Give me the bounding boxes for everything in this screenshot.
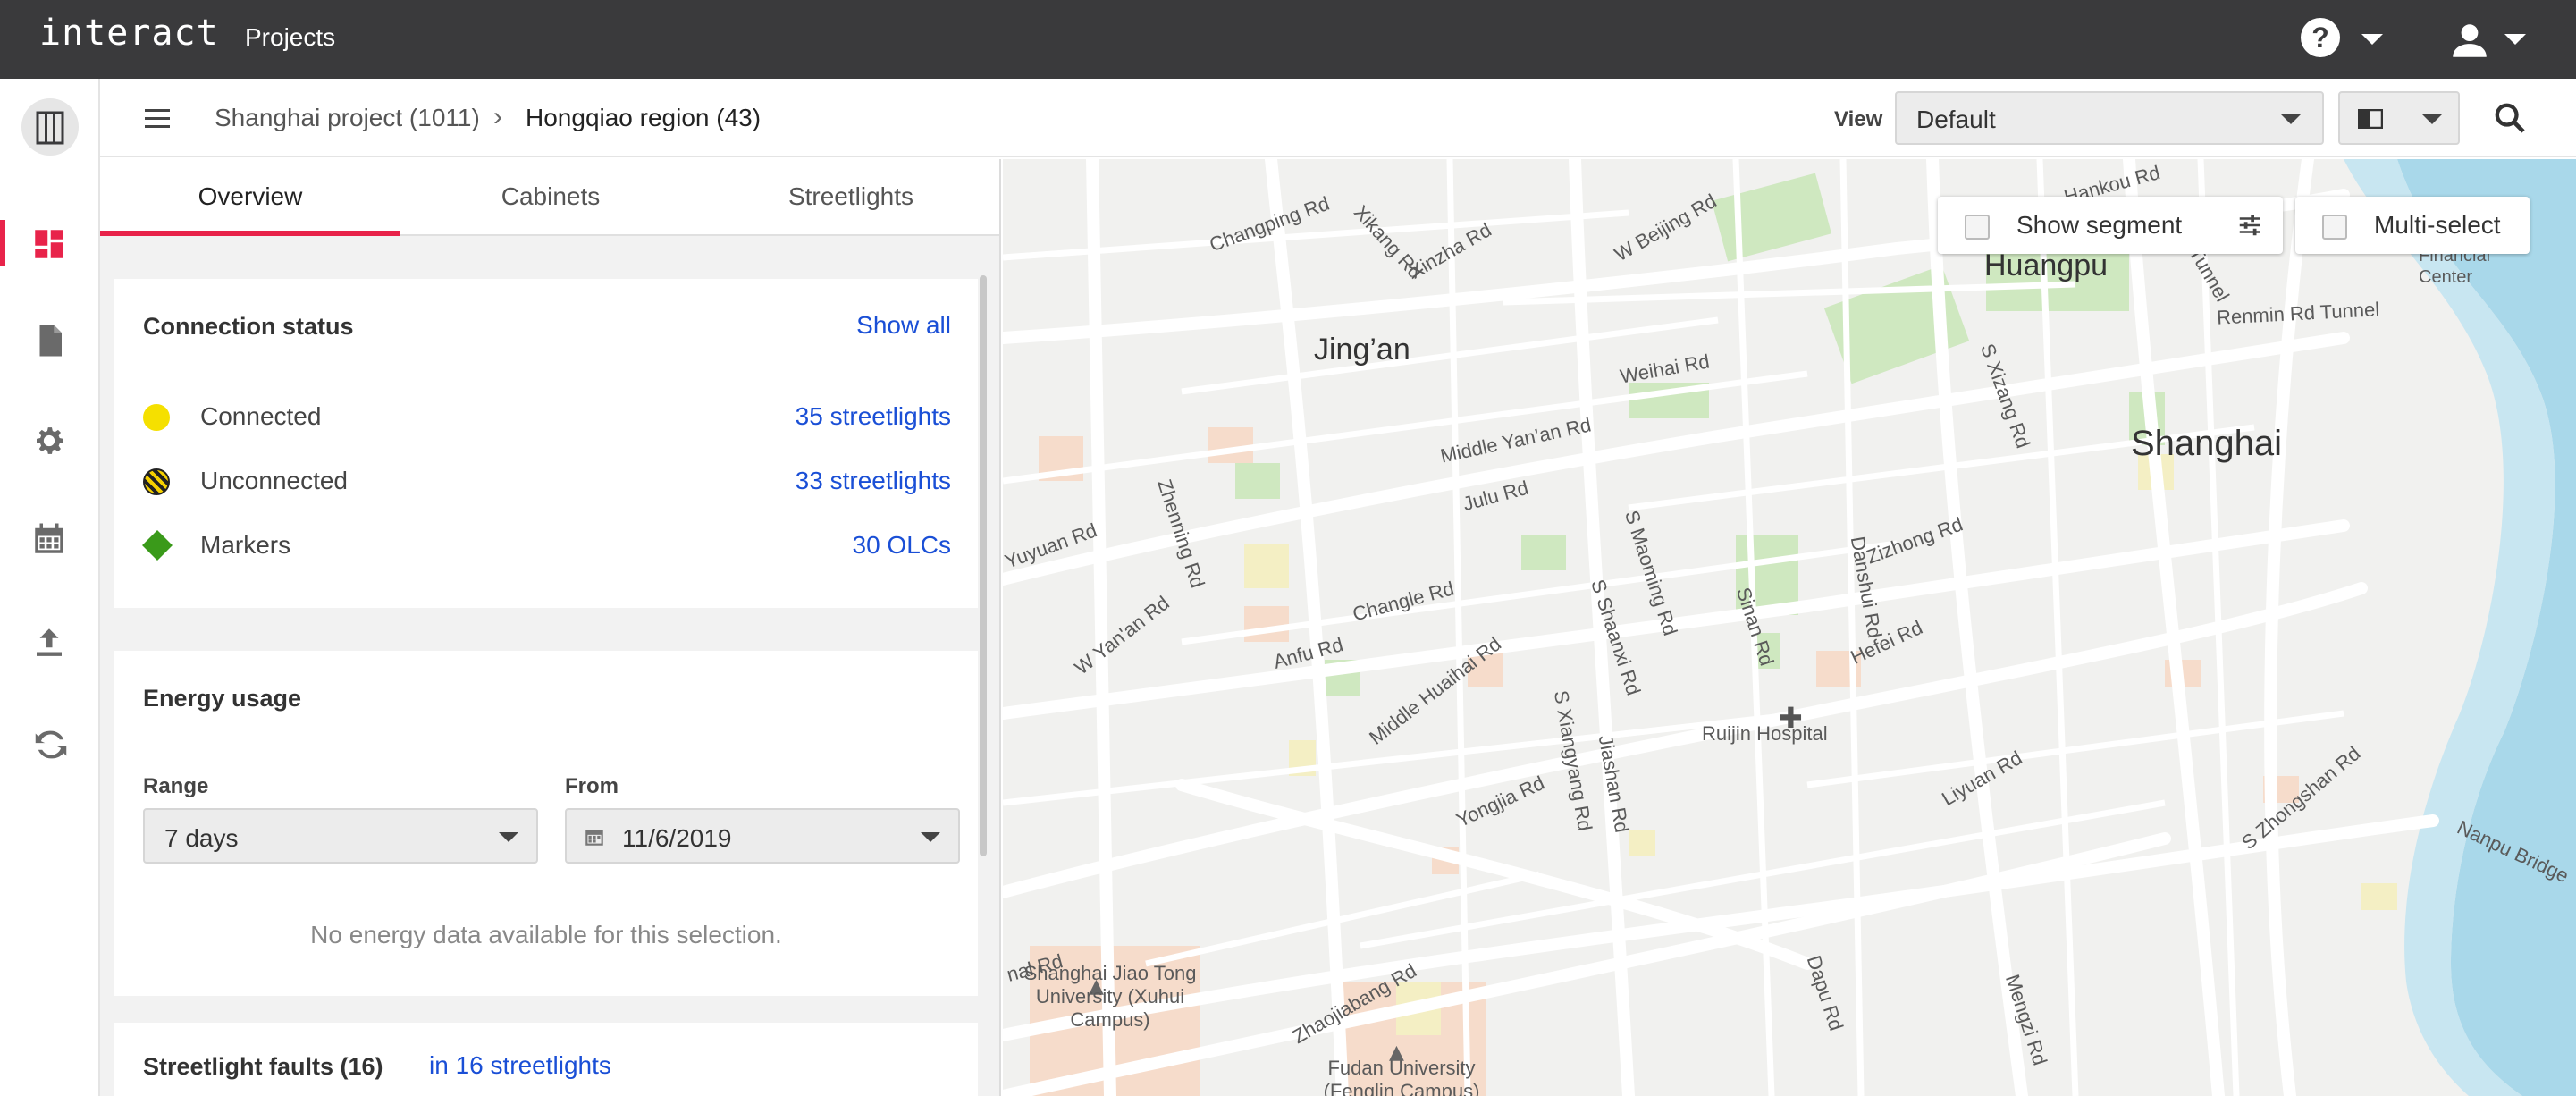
from-date-picker[interactable]: 11/6/2019 <box>565 808 960 864</box>
user-menu-chevron-down-icon[interactable] <box>2504 34 2526 45</box>
nav-calendar[interactable] <box>0 502 100 574</box>
nav-projects-link[interactable]: Projects <box>245 23 335 52</box>
status-count-link[interactable]: 35 streetlights <box>796 402 951 431</box>
energy-usage-card: Energy usage Range 7 days From 11/6/2019… <box>114 651 978 996</box>
show-segment-control[interactable]: Show segment <box>1938 197 2283 254</box>
energy-usage-title: Energy usage <box>143 685 302 712</box>
map-label: Ruijin Hospital <box>1702 722 1828 745</box>
chevron-down-icon <box>921 832 940 842</box>
tab-cabinets[interactable]: Cabinets <box>400 159 701 236</box>
faults-link[interactable]: in 16 streetlights <box>429 1051 611 1080</box>
status-label: Unconnected <box>200 467 349 494</box>
building-icon <box>36 111 64 145</box>
chevron-down-icon <box>499 832 518 842</box>
nav-settings[interactable] <box>0 404 100 476</box>
connection-status-card: Connection status Show all Connected 35 … <box>114 279 978 608</box>
multi-select-control[interactable]: Multi-select <box>2295 197 2530 254</box>
nav-reports[interactable] <box>0 304 100 375</box>
active-tab-indicator <box>100 231 400 236</box>
unconnected-marker-icon <box>143 468 170 495</box>
no-energy-data-message: No energy data available for this select… <box>310 921 782 948</box>
status-row-unconnected: Unconnected 33 streetlights <box>143 463 951 499</box>
status-count-link[interactable]: 30 OLCs <box>853 531 952 560</box>
sub-header: Shanghai project (1011) › Hongqiao regio… <box>100 79 2576 157</box>
connection-status-title: Connection status <box>143 313 354 340</box>
app-logo[interactable]: interact <box>39 13 219 54</box>
multi-select-checkbox[interactable] <box>2322 215 2347 240</box>
split-view-icon <box>2358 109 2383 129</box>
show-all-link[interactable]: Show all <box>856 311 951 340</box>
range-value: 7 days <box>164 824 239 852</box>
tab-overview[interactable]: Overview <box>100 159 400 236</box>
view-label: View <box>1834 107 1883 131</box>
status-label: Connected <box>200 402 322 430</box>
from-date-value: 11/6/2019 <box>622 824 732 852</box>
breadcrumb-separator: › <box>493 102 502 131</box>
view-select[interactable]: Default <box>1895 91 2324 145</box>
status-label: Markers <box>200 531 291 559</box>
range-select[interactable]: 7 days <box>143 808 538 864</box>
connected-marker-icon <box>143 404 170 431</box>
nav-dashboard[interactable] <box>0 207 100 279</box>
menu-icon[interactable] <box>145 109 170 129</box>
streetlight-faults-card: Streetlight faults (16) in 16 streetligh… <box>114 1023 978 1096</box>
active-indicator <box>0 220 5 266</box>
tab-streetlights[interactable]: Streetlights <box>701 159 999 236</box>
map-label: Jing’an <box>1314 333 1410 367</box>
document-icon <box>39 325 62 357</box>
marker-diamond-icon <box>142 530 173 561</box>
from-label: From <box>565 774 619 798</box>
range-label: Range <box>143 774 209 798</box>
sync-icon <box>35 730 67 759</box>
status-count-link[interactable]: 33 streetlights <box>796 467 951 495</box>
show-segment-label: Show segment <box>2016 211 2183 239</box>
calendar-icon <box>35 523 63 553</box>
nav-sync[interactable] <box>0 706 100 778</box>
breadcrumb-project[interactable]: Shanghai project (1011) <box>215 104 480 132</box>
calendar-icon <box>585 830 603 846</box>
show-segment-checkbox[interactable] <box>1965 215 1990 240</box>
user-account-icon[interactable] <box>2447 18 2492 63</box>
top-bar: interact Projects ? <box>0 0 2576 79</box>
search-icon[interactable] <box>2492 100 2528 136</box>
gear-icon <box>37 427 63 454</box>
faults-title: Streetlight faults (16) <box>143 1053 383 1080</box>
status-row-markers: Markers 30 OLCs <box>142 527 952 563</box>
details-panel: Overview Cabinets Streetlights Connectio… <box>100 159 1001 1096</box>
chevron-down-icon <box>2281 114 2301 124</box>
layout-toggle-select[interactable] <box>2338 91 2460 145</box>
dashboard-icon <box>35 230 63 258</box>
chevron-down-icon <box>2422 114 2442 124</box>
left-nav-rail <box>0 79 100 1096</box>
customer-logo <box>21 98 79 156</box>
multi-select-label: Multi-select <box>2374 211 2501 239</box>
help-menu-chevron-down-icon[interactable] <box>2361 34 2383 45</box>
nav-upload[interactable] <box>0 606 100 678</box>
map-label: Shanghai <box>2131 424 2283 463</box>
help-icon[interactable]: ? <box>2301 18 2340 57</box>
breadcrumb-region: Hongqiao region (43) <box>526 104 762 131</box>
panel-tabs: Overview Cabinets Streetlights <box>100 159 999 236</box>
status-row-connected: Connected 35 streetlights <box>143 399 951 434</box>
view-select-value: Default <box>1916 105 1996 133</box>
upload-icon <box>37 628 62 656</box>
panel-scrollbar[interactable] <box>980 275 987 856</box>
tune-icon[interactable] <box>2235 212 2265 239</box>
map-view[interactable]: ✚ ▲ ▲ Huangpu Jing’an Shanghai Hankou Rd… <box>1003 159 2576 1096</box>
map-label: Fudan University (Fenglin Campus) <box>1323 1057 1480 1096</box>
